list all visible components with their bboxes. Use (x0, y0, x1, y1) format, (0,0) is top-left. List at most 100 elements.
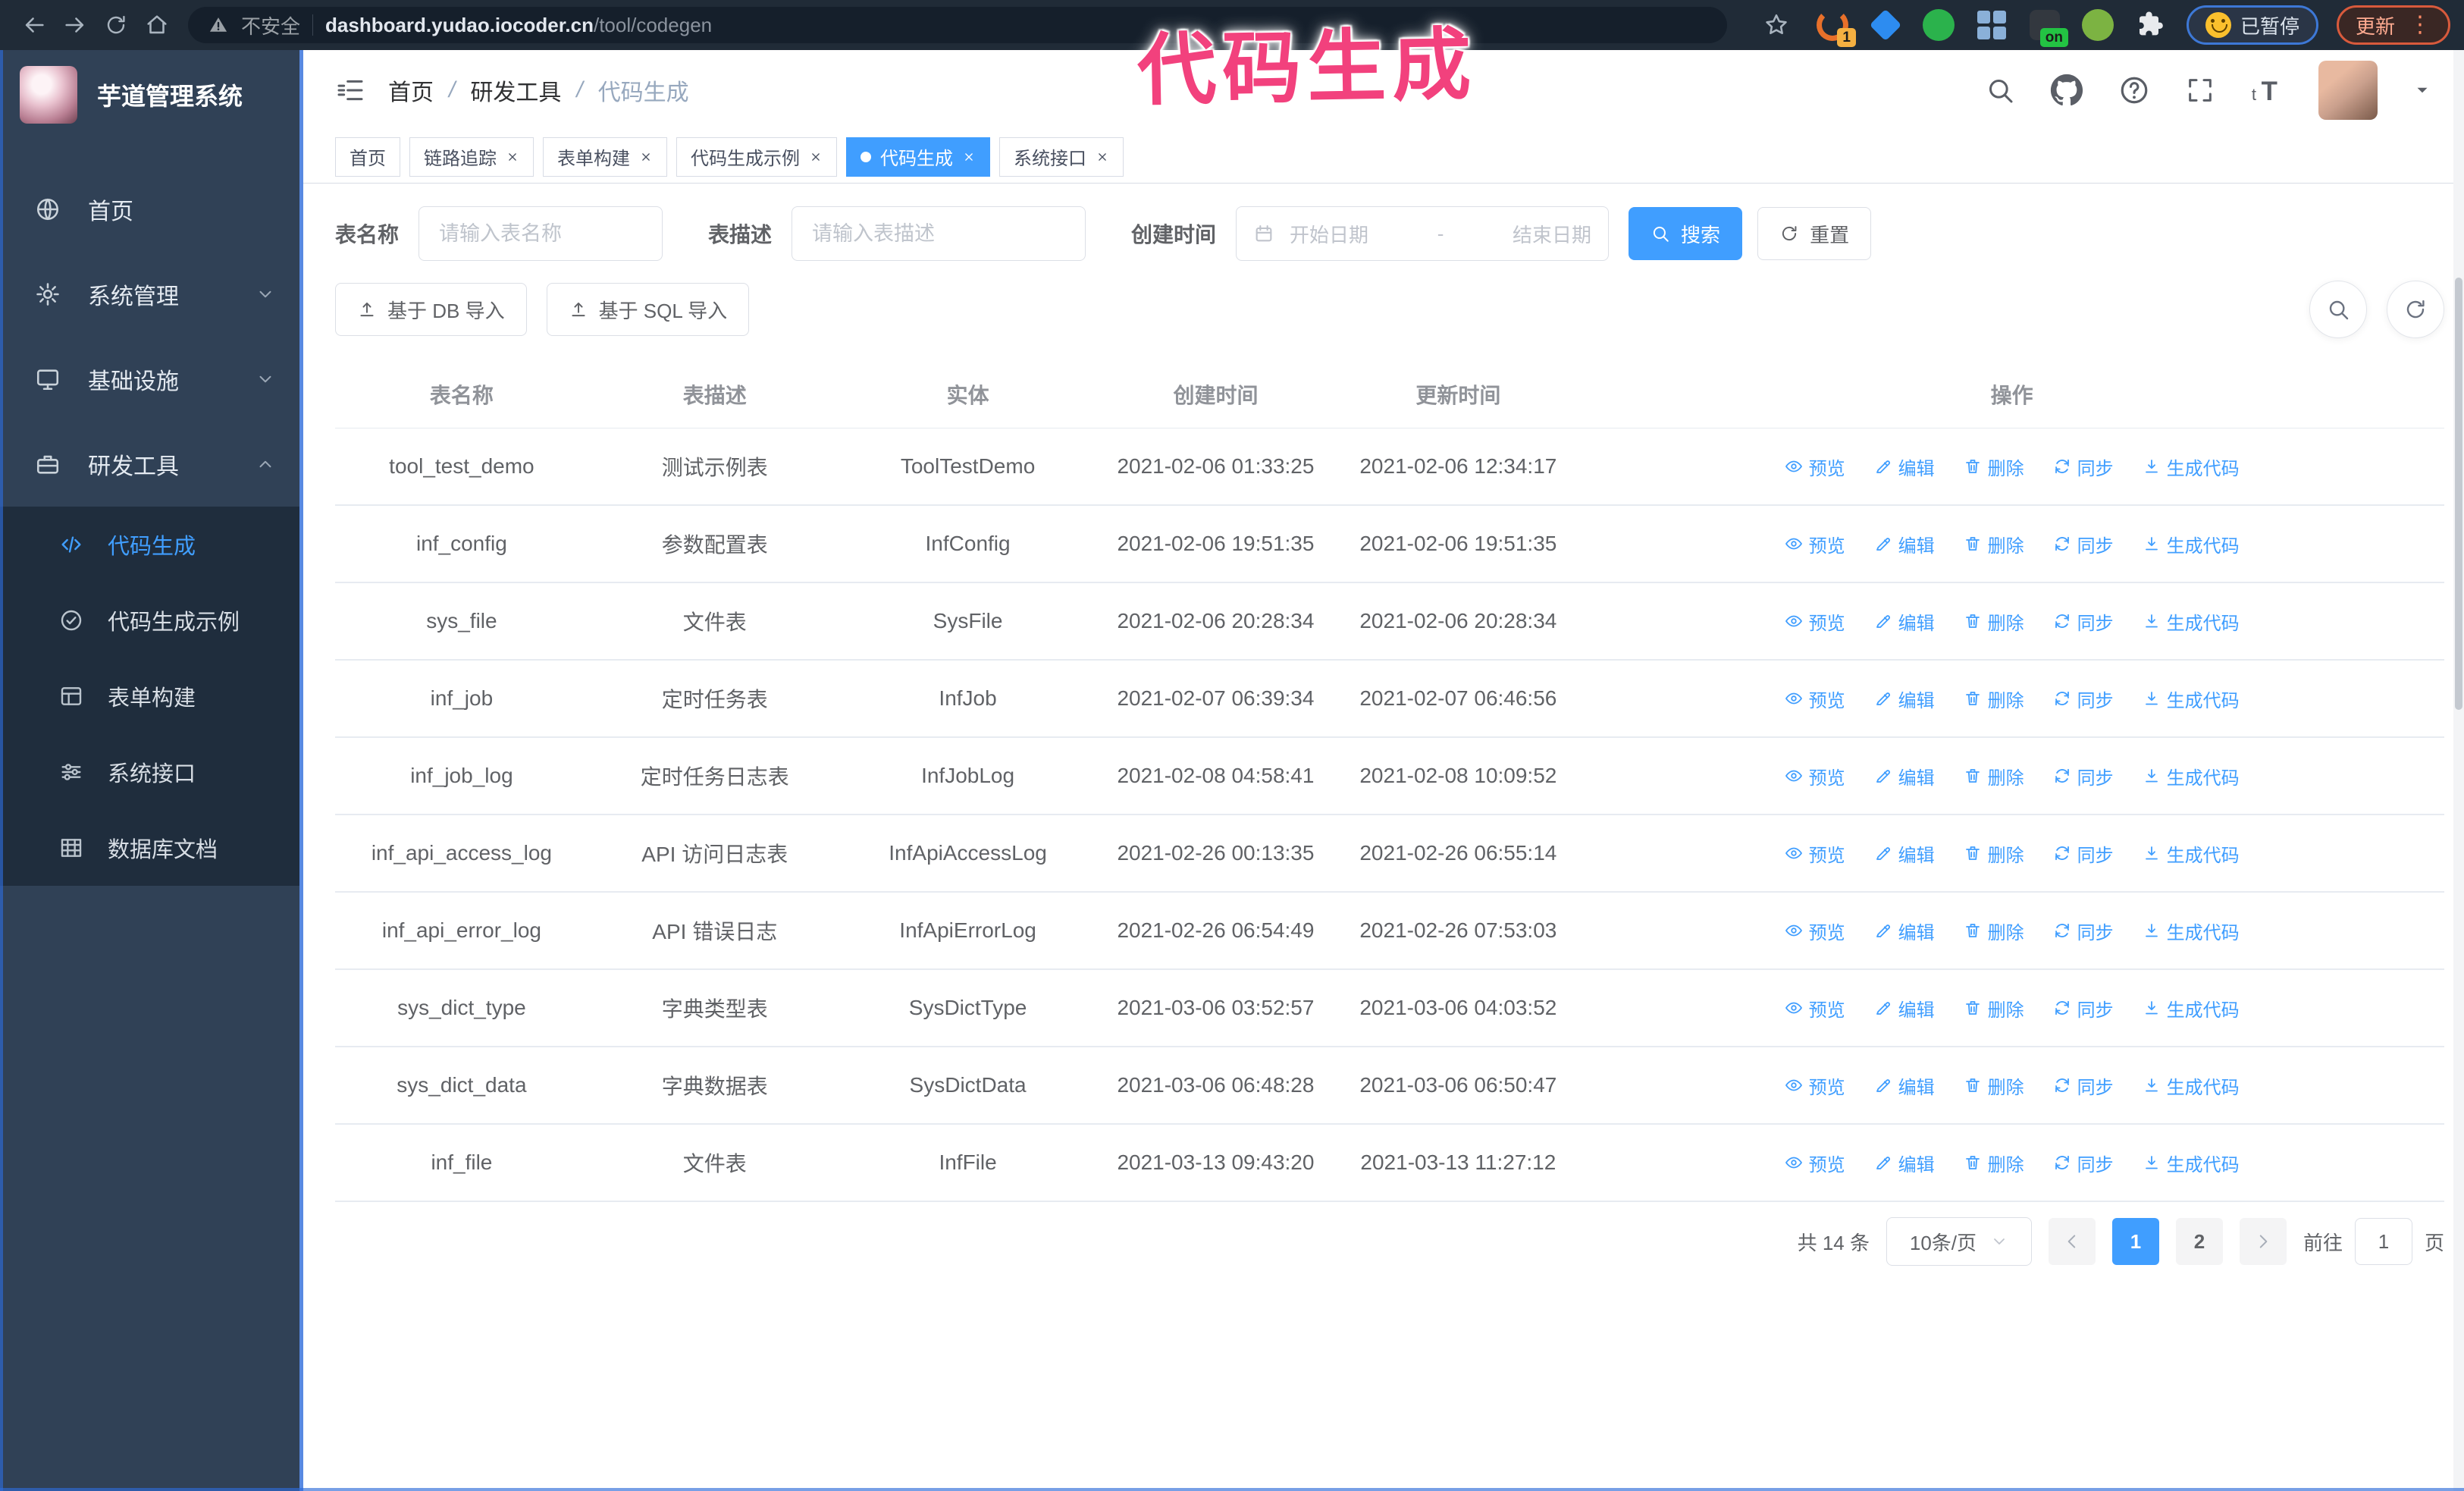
tab-0[interactable]: 首页 (335, 137, 400, 177)
puzzle-extension-icon[interactable] (2133, 8, 2168, 42)
close-icon[interactable] (809, 150, 823, 164)
user-avatar[interactable] (2318, 61, 2378, 120)
action-eye[interactable]: 预览 (1785, 454, 1845, 480)
grid-extension-icon[interactable] (1974, 8, 2009, 42)
action-edit[interactable]: 编辑 (1874, 763, 1935, 789)
tab-5[interactable]: 系统接口 (999, 137, 1124, 177)
table-name-input[interactable] (419, 206, 663, 261)
close-icon[interactable] (639, 150, 653, 164)
sidebar-subitem-1[interactable]: 代码生成示例 (0, 582, 299, 658)
action-eye[interactable]: 预览 (1785, 995, 1845, 1022)
action-edit[interactable]: 编辑 (1874, 531, 1935, 557)
goto-page-input[interactable] (2354, 1218, 2412, 1265)
green-robot-extension-icon[interactable] (2080, 8, 2115, 42)
action-delete[interactable]: 删除 (1964, 608, 2024, 635)
action-eye[interactable]: 预览 (1785, 686, 1845, 712)
action-sync[interactable]: 同步 (2053, 1072, 2114, 1099)
browser-forward-icon[interactable] (55, 5, 96, 46)
action-download[interactable]: 生成代码 (2143, 686, 2240, 712)
close-icon[interactable] (1096, 150, 1109, 164)
action-delete[interactable]: 删除 (1964, 840, 2024, 867)
bookmark-star-icon[interactable] (1756, 5, 1797, 46)
action-edit[interactable]: 编辑 (1874, 686, 1935, 712)
browser-home-icon[interactable] (136, 5, 177, 46)
font-size-icon[interactable]: tT (2250, 74, 2284, 107)
action-sync[interactable]: 同步 (2053, 840, 2114, 867)
action-download[interactable]: 生成代码 (2143, 1072, 2240, 1099)
avatar-caret-icon[interactable] (2412, 80, 2432, 100)
date-range-picker[interactable]: 开始日期 - 结束日期 (1236, 206, 1610, 261)
action-eye[interactable]: 预览 (1785, 1072, 1845, 1099)
action-delete[interactable]: 删除 (1964, 686, 2024, 712)
breadcrumb-item-0[interactable]: 首页 (388, 74, 434, 107)
help-icon[interactable] (2118, 74, 2150, 106)
action-delete[interactable]: 删除 (1964, 454, 2024, 480)
tab-1[interactable]: 链路追踪 (409, 137, 534, 177)
action-download[interactable]: 生成代码 (2143, 918, 2240, 944)
action-edit[interactable]: 编辑 (1874, 454, 1935, 480)
sidebar-subitem-3[interactable]: 系统接口 (0, 734, 299, 810)
tab-3[interactable]: 代码生成示例 (676, 137, 837, 177)
action-download[interactable]: 生成代码 (2143, 531, 2240, 557)
fullscreen-icon[interactable] (2185, 75, 2215, 105)
dark-on-extension-icon[interactable]: on (2027, 8, 2068, 47)
action-sync[interactable]: 同步 (2053, 686, 2114, 712)
action-sync[interactable]: 同步 (2053, 763, 2114, 789)
action-edit[interactable]: 编辑 (1874, 1072, 1935, 1099)
action-download[interactable]: 生成代码 (2143, 763, 2240, 789)
page-button-2[interactable]: 2 (2175, 1218, 2223, 1265)
app-logo[interactable]: 芋道管理系统 (0, 50, 299, 140)
action-delete[interactable]: 删除 (1964, 995, 2024, 1022)
sidebar-subitem-0[interactable]: 代码生成 (0, 507, 299, 582)
tab-4[interactable]: 代码生成 (846, 137, 990, 177)
action-download[interactable]: 生成代码 (2143, 1150, 2240, 1176)
refresh-table-button[interactable] (2387, 281, 2444, 338)
search-button[interactable]: 搜索 (1629, 207, 1743, 260)
action-delete[interactable]: 删除 (1964, 531, 2024, 557)
action-sync[interactable]: 同步 (2053, 1150, 2114, 1176)
close-icon[interactable] (506, 150, 519, 164)
browser-reload-icon[interactable] (96, 5, 136, 46)
action-edit[interactable]: 编辑 (1874, 608, 1935, 635)
green-check-extension-icon[interactable] (1921, 8, 1956, 42)
tab-2[interactable]: 表单构建 (543, 137, 667, 177)
sidebar-item-0[interactable]: 首页 (0, 167, 299, 252)
sidebar-subitem-4[interactable]: 数据库文档 (0, 810, 299, 886)
sidebar-subitem-2[interactable]: 表单构建 (0, 658, 299, 734)
action-eye[interactable]: 预览 (1785, 608, 1845, 635)
github-icon[interactable] (2050, 74, 2083, 107)
scrollbar-thumb[interactable] (2455, 278, 2462, 710)
import-sql-button[interactable]: 基于 SQL 导入 (546, 283, 750, 336)
sidebar-item-2[interactable]: 基础设施 (0, 337, 299, 422)
table-desc-input[interactable] (792, 206, 1086, 261)
action-eye[interactable]: 预览 (1785, 531, 1845, 557)
action-sync[interactable]: 同步 (2053, 995, 2114, 1022)
reset-button[interactable]: 重置 (1757, 207, 1872, 260)
action-download[interactable]: 生成代码 (2143, 608, 2240, 635)
action-download[interactable]: 生成代码 (2143, 454, 2240, 480)
action-sync[interactable]: 同步 (2053, 918, 2114, 944)
action-sync[interactable]: 同步 (2053, 608, 2114, 635)
breadcrumb-item-1[interactable]: 研发工具 (470, 74, 561, 107)
action-sync[interactable]: 同步 (2053, 454, 2114, 480)
action-edit[interactable]: 编辑 (1874, 840, 1935, 867)
action-eye[interactable]: 预览 (1785, 1150, 1845, 1176)
profile-paused-chip[interactable]: 已暂停 (2186, 5, 2318, 45)
action-delete[interactable]: 删除 (1964, 1072, 2024, 1099)
close-icon[interactable] (962, 150, 976, 164)
action-delete[interactable]: 删除 (1964, 1150, 2024, 1176)
action-eye[interactable]: 预览 (1785, 840, 1845, 867)
action-edit[interactable]: 编辑 (1874, 918, 1935, 944)
sidebar-item-1[interactable]: 系统管理 (0, 252, 299, 337)
header-search-icon[interactable] (1985, 75, 2015, 105)
page-button-1[interactable]: 1 (2111, 1218, 2159, 1265)
action-edit[interactable]: 编辑 (1874, 995, 1935, 1022)
browser-back-icon[interactable] (14, 5, 55, 46)
action-sync[interactable]: 同步 (2053, 531, 2114, 557)
orange-extension-icon[interactable]: 1 (1815, 8, 1856, 47)
action-eye[interactable]: 预览 (1785, 918, 1845, 944)
prev-page-button[interactable] (2048, 1218, 2096, 1265)
chrome-update-chip[interactable]: 更新 ⋮ (2336, 5, 2450, 45)
action-delete[interactable]: 删除 (1964, 763, 2024, 789)
collapse-sidebar-icon[interactable] (335, 75, 365, 105)
